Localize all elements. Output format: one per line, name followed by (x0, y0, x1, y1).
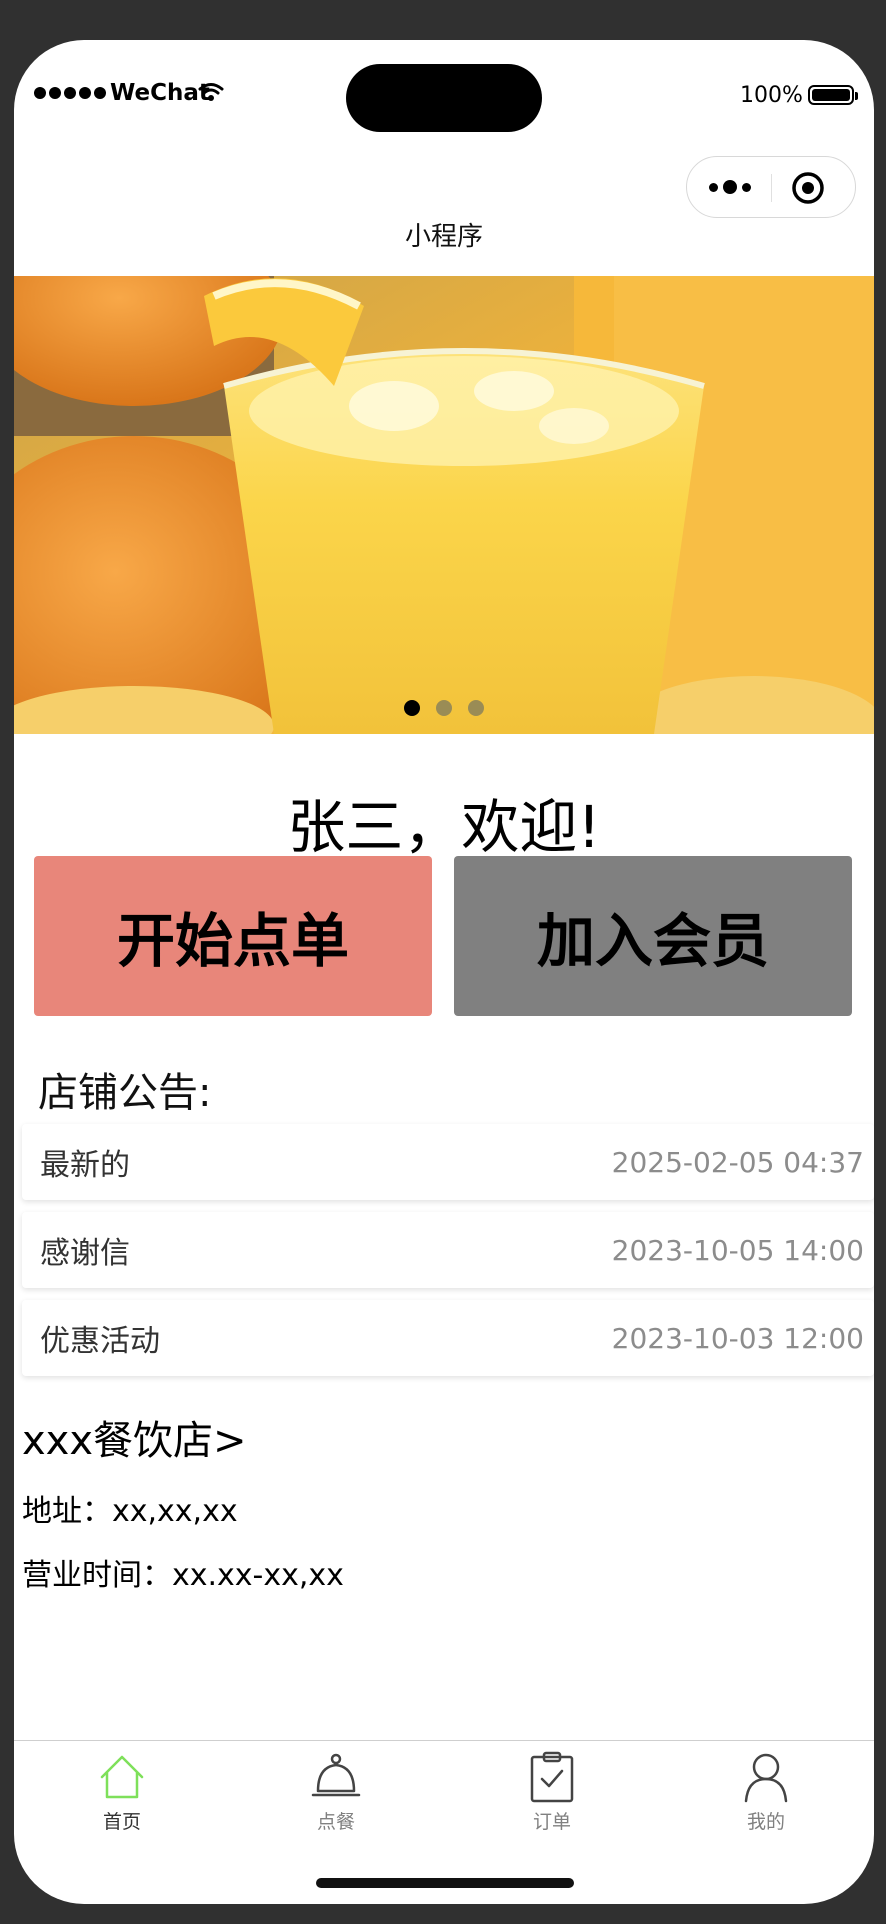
carrier-name: WeChat (110, 80, 210, 106)
user-icon (744, 1753, 788, 1803)
home-indicator (316, 1878, 574, 1888)
notice-date: 2023-10-05 14:00 (611, 1233, 864, 1267)
clipboard-check-icon (530, 1751, 574, 1803)
notice-section-title: 店铺公告: (38, 1070, 212, 1116)
store-hours: 营业时间：xx.xx-xx,xx (22, 1558, 344, 1593)
start-order-button[interactable]: 开始点单 (34, 856, 432, 1016)
capsule-divider (771, 174, 772, 202)
tab-label: 点餐 (316, 1811, 355, 1833)
miniprogram-capsule (686, 156, 856, 218)
banner-carousel[interactable] (14, 276, 874, 734)
more-menu-icon[interactable] (705, 175, 755, 199)
join-member-button[interactable]: 加入会员 (454, 856, 852, 1016)
notice-list: 最新的 2025-02-05 04:37 感谢信 2023-10-05 14:0… (22, 1124, 874, 1388)
notice-item[interactable]: 感谢信 2023-10-05 14:00 (22, 1212, 874, 1288)
notice-title: 优惠活动 (40, 1324, 160, 1359)
serving-bell-icon (311, 1753, 361, 1797)
tab-profile[interactable]: 我的 (706, 1751, 826, 1834)
banner-image (14, 276, 874, 734)
close-miniprogram-icon[interactable] (791, 171, 825, 205)
welcome-message: 张三，欢迎! (287, 793, 601, 861)
dynamic-island (346, 64, 542, 132)
notice-title: 感谢信 (40, 1236, 130, 1271)
wifi-icon (198, 83, 224, 101)
battery-percentage: 100% (740, 83, 803, 108)
tab-label: 我的 (746, 1811, 785, 1833)
tab-label: 首页 (102, 1811, 141, 1833)
notice-item[interactable]: 最新的 2025-02-05 04:37 (22, 1124, 874, 1200)
phone-screen: WeChat 100% 小程序 张三，欢迎! 开始点单 加入会员 店铺公告: 最… (14, 40, 874, 1904)
tab-home[interactable]: 首页 (62, 1751, 182, 1834)
tab-label: 订单 (532, 1811, 571, 1833)
status-bar: WeChat 100% (14, 40, 874, 150)
notice-date: 2023-10-03 12:00 (611, 1321, 864, 1355)
carousel-dot[interactable] (436, 700, 452, 716)
carousel-dot[interactable] (404, 700, 420, 716)
signal-icon (34, 87, 106, 99)
carousel-dot[interactable] (468, 700, 484, 716)
store-address: 地址：xx,xx,xx (22, 1494, 238, 1529)
notice-title: 最新的 (40, 1148, 130, 1183)
tab-order[interactable]: 点餐 (276, 1751, 396, 1834)
page-title: 小程序 (404, 222, 483, 252)
notice-date: 2025-02-05 04:37 (611, 1145, 864, 1179)
carousel-indicator (14, 700, 874, 716)
tab-orders-list[interactable]: 订单 (492, 1751, 612, 1834)
home-icon (100, 1755, 144, 1799)
notice-item[interactable]: 优惠活动 2023-10-03 12:00 (22, 1300, 874, 1376)
battery-icon (808, 85, 858, 105)
store-name-link[interactable]: xxx餐饮店> (22, 1408, 247, 1466)
